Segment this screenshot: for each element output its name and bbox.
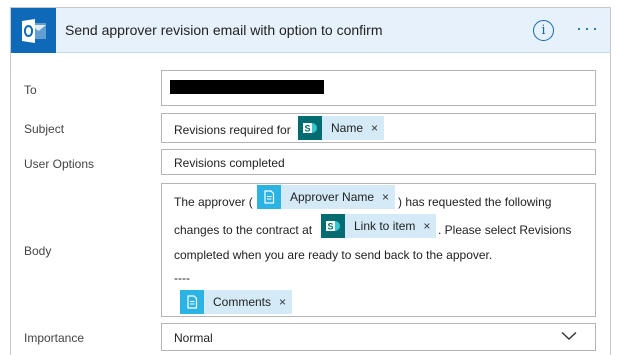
subject-label: Subject [24,122,65,136]
more-options-icon[interactable]: ··· [576,19,600,37]
body-text-5: completed when you are ready to send bac… [174,248,493,262]
subject-text: Revisions required for [174,123,291,137]
remove-token-icon[interactable]: × [363,121,384,135]
body-field[interactable]: The approver ( Approver Name × ) has req… [161,183,596,317]
to-field[interactable] [161,70,596,106]
action-title: Send approver revision email with option… [65,22,383,38]
remove-token-icon[interactable]: × [415,219,436,233]
token-label: Comments [213,295,272,309]
body-label: Body [24,244,52,258]
flow-token-icon [180,290,204,314]
remove-token-icon[interactable]: × [271,295,292,309]
flow-token-icon [257,185,281,209]
link-to-item-token[interactable]: S Link to item × [321,214,437,238]
body-text-3: changes to the contract at [174,223,313,237]
importance-dropdown[interactable]: Normal [161,323,596,351]
body-text-2: ) has requested the following [398,195,552,209]
remove-token-icon[interactable]: × [374,190,395,204]
token-label: Approver Name [290,190,375,204]
svg-text:S: S [327,222,333,232]
action-header[interactable]: Send approver revision email with option… [11,8,610,53]
sharepoint-icon: S [298,116,322,140]
body-text-4: . Please select Revisions [438,223,572,237]
action-card: Send approver revision email with option… [10,7,611,355]
user-options-field[interactable]: Revisions completed [161,149,596,175]
comments-token[interactable]: Comments × [180,290,293,314]
subject-name-token[interactable]: S Name × [298,116,385,140]
body-text-1: The approver ( [174,195,253,209]
redacted-recipient [170,80,324,94]
body-separator: ---- [174,271,190,285]
token-label: Link to item [354,219,416,233]
token-label: Name [331,121,364,135]
to-label: To [24,83,37,97]
sharepoint-icon: S [321,214,345,238]
chevron-down-icon[interactable] [561,330,577,344]
svg-text:S: S [304,124,310,134]
user-options-label: User Options [24,157,95,171]
importance-value: Normal [174,331,213,345]
subject-field[interactable]: Revisions required for S Name × [161,113,596,143]
importance-label: Importance [24,331,85,345]
info-icon[interactable]: i [533,20,554,41]
approver-name-token[interactable]: Approver Name × [257,185,396,209]
user-options-value: Revisions completed [174,156,285,170]
outlook-icon [11,8,56,53]
